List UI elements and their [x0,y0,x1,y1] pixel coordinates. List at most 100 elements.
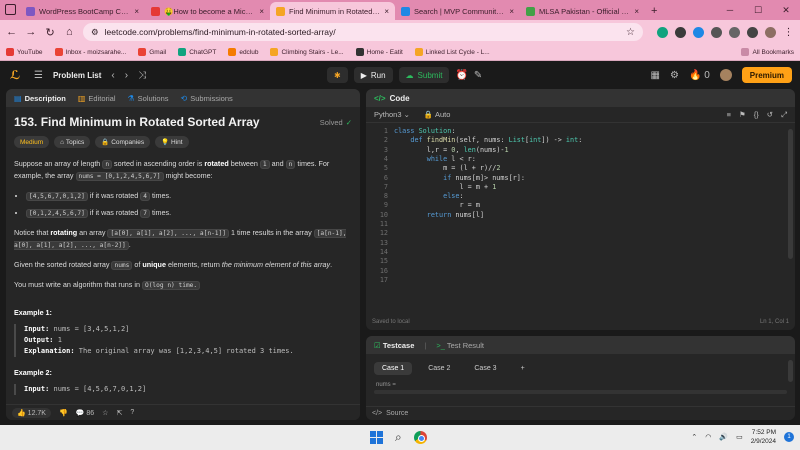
close-icon[interactable]: × [259,7,264,16]
shuffle-icon[interactable]: ⤨ [138,70,146,81]
comments-button[interactable]: 💬 86 [76,409,94,417]
extension-icon[interactable] [675,26,686,38]
line-number: 6 [383,173,388,182]
problem-list-link[interactable]: Problem List [53,71,101,80]
tab-submissions[interactable]: ⟲ Submissions [181,94,233,103]
sidebar-icon[interactable] [747,26,758,38]
close-icon[interactable]: × [134,7,139,16]
premium-button[interactable]: Premium [741,67,792,83]
search-icon[interactable]: ⌕ [395,430,402,445]
bookmark-item[interactable]: Inbox - moizsarahe... [54,48,126,56]
auto-toggle[interactable]: 🔒 Auto [424,110,450,119]
battery-icon[interactable]: ▭ [736,433,743,441]
wifi-icon[interactable]: ◠ [705,433,711,441]
bookmark-item[interactable]: Home - Eatit [355,48,403,56]
share-icon[interactable]: ⇱ [116,409,122,417]
tab-solutions[interactable]: ⚗ Solutions [128,94,169,103]
prev-problem-icon[interactable]: ‹ [111,70,114,81]
case-tab-3[interactable]: Case 3 [466,362,504,375]
back-icon[interactable]: ← [6,26,17,38]
line-number: 2 [383,136,388,145]
browser-tab[interactable]: 🤑How to become a Microsof × [145,2,270,20]
case-tab-1[interactable]: Case 1 [374,362,413,375]
run-button[interactable]: ▶ Run [353,67,393,83]
testcase-scrollbar[interactable] [788,360,793,382]
next-problem-icon[interactable]: › [125,70,128,81]
tab-description[interactable]: ▤ Description [14,94,66,103]
tab-editorial[interactable]: ▥ Editorial [78,94,116,103]
timer-icon[interactable]: ⏰ [455,70,467,81]
download-icon[interactable] [729,26,740,38]
browser-tab-active[interactable]: Find Minimum in Rotated Sorte × [270,2,395,20]
tab-search-icon[interactable] [5,4,16,15]
help-icon[interactable]: ? [130,409,134,416]
like-button[interactable]: 👍 12.7K [12,407,51,418]
volume-icon[interactable]: 🔊 [719,433,728,441]
reload-icon[interactable]: ↻ [45,26,56,39]
notes-icon[interactable]: ✎ [474,70,482,81]
star-icon[interactable]: ☆ [102,409,108,417]
clock[interactable]: 7:52 PM 2/9/2024 [751,428,776,446]
layout-icon[interactable]: ▦ [651,70,660,81]
streak-counter[interactable]: 🔥 0 [689,70,710,81]
source-button[interactable]: </> Source [366,406,795,420]
site-info-icon[interactable]: ⚙ [91,27,99,38]
bookmark-item[interactable]: YouTube [6,48,43,56]
extension-icon[interactable] [711,26,722,38]
language-select[interactable]: Python3 ⌄ [374,110,410,119]
close-icon[interactable]: × [634,7,639,16]
dislike-icon[interactable]: 👎 [59,409,68,417]
problem-header: 153. Find Minimum in Rotated Sorted Arra… [14,116,352,128]
settings-icon[interactable]: ⚙ [670,70,679,81]
forward-icon[interactable]: → [25,26,36,38]
nums-input[interactable] [374,390,787,394]
chrome-icon[interactable] [413,431,427,444]
address-bar[interactable]: ⚙ leetcode.com/problems/find-minimum-in-… [83,23,643,41]
tab-testcase[interactable]: ☑ Testcase [374,341,414,350]
braces-icon[interactable]: {} [754,110,759,120]
close-icon[interactable]: × [384,7,389,16]
hint-chip[interactable]: 💡 Hint [155,136,189,148]
notification-badge[interactable]: 1 [784,432,794,442]
checkbox-icon: ☑ [374,340,381,350]
reset-icon[interactable]: ↺ [767,110,773,120]
bookmark-item[interactable]: edclub [228,48,258,56]
tab-test-result[interactable]: >_ Test Result [436,341,484,350]
minimize-icon[interactable]: ─ [716,0,744,20]
bookmark-icon[interactable]: ⚑ [739,110,746,120]
browser-tab[interactable]: MLSA Pakistan - Official Home × [520,2,645,20]
list-item: [4,5,6,7,0,1,2] if it was rotated 4 time… [26,190,352,202]
submit-button[interactable]: ☁ Submit [398,67,450,83]
fullscreen-icon[interactable]: ⤢ [781,110,787,120]
code-editor[interactable]: 1 class Solution: 2 def findMin(self, nums… [366,123,795,309]
browser-tab[interactable]: WordPress BootCamp Complet × [20,2,145,20]
close-window-icon[interactable]: ✕ [772,0,800,20]
companies-chip[interactable]: 🔒 Companies [95,136,151,148]
editor-scrollbar[interactable] [788,129,793,259]
maximize-icon[interactable]: ☐ [744,0,772,20]
bookmark-star-icon[interactable]: ☆ [626,27,635,38]
close-icon[interactable]: × [509,7,514,16]
chevron-up-icon[interactable]: ⌃ [691,433,697,441]
new-tab-button[interactable]: + [645,2,663,20]
profile-avatar[interactable] [765,26,776,38]
bookmark-item[interactable]: Climbing Stairs - Le... [270,48,344,56]
add-case-button[interactable]: + [513,362,533,375]
leetcode-logo-icon[interactable]: ℒ [10,68,24,82]
bookmark-item[interactable]: ChatGPT [178,48,216,56]
case-tab-2[interactable]: Case 2 [420,362,458,375]
home-icon[interactable]: ⌂ [64,26,75,38]
bookmarks-bar: YouTube Inbox - moizsarahe... Gmail Chat… [0,44,800,61]
bookmark-item[interactable]: Linked List Cycle - L... [414,48,490,56]
topics-chip[interactable]: ⌂ Topics [54,136,91,148]
windows-start-icon[interactable] [370,431,383,444]
bookmark-item[interactable]: Gmail [138,48,166,56]
all-bookmarks[interactable]: All Bookmarks [741,48,794,56]
menu-icon[interactable]: ⋮ [783,27,794,38]
user-avatar[interactable] [719,69,732,81]
extension-icon[interactable] [657,26,668,38]
format-icon[interactable]: ≡ [727,110,731,120]
extension-icon[interactable] [693,26,704,38]
browser-tab[interactable]: Search | MVP Communities × [395,2,520,20]
debug-button[interactable]: ✱ [327,67,348,83]
